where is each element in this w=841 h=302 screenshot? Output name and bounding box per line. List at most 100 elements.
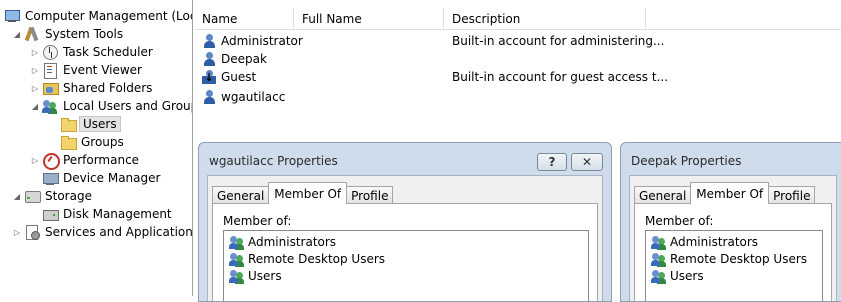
tree-item-label: Groups xyxy=(81,135,124,149)
tree-item-disk-management[interactable]: Disk Management xyxy=(40,205,174,223)
group-icon xyxy=(651,268,667,284)
tree-item-device-manager[interactable]: Device Manager xyxy=(40,169,162,187)
tree-item-groups[interactable]: Groups xyxy=(58,133,126,151)
tab-general[interactable]: General xyxy=(634,186,692,204)
dialog-body: General Member Of Profile Member of: Adm… xyxy=(207,175,603,301)
tree-item-task-scheduler[interactable]: ▷ Task Scheduler xyxy=(30,43,155,61)
close-button[interactable]: ✕ xyxy=(571,153,603,171)
storage-icon xyxy=(24,188,41,204)
tab-label: Profile xyxy=(351,188,389,203)
expanded-triangle-icon[interactable]: ◢ xyxy=(12,192,22,201)
tab-profile[interactable]: Profile xyxy=(346,186,394,204)
list-item[interactable]: wgautilacc xyxy=(200,88,285,106)
member-of-tab-page: Member of: Administrators Remote Desktop… xyxy=(212,203,598,301)
tree-item-services-and-applications[interactable]: ▷ Services and Applications xyxy=(12,223,193,241)
column-header-name[interactable]: Name xyxy=(194,8,294,30)
tree-item-label: Shared Folders xyxy=(63,81,153,95)
tree-item-computer-management[interactable]: Computer Management (Local xyxy=(2,7,193,25)
group-icon xyxy=(229,251,245,267)
group-name: Administrators xyxy=(248,234,337,249)
tree-item-label: Computer Management (Local xyxy=(25,9,193,23)
tab-member-of[interactable]: Member Of xyxy=(268,182,348,204)
shared-folder-icon xyxy=(42,80,59,96)
column-header-description[interactable]: Description xyxy=(444,8,646,30)
disk-icon xyxy=(42,206,59,222)
tree-item-shared-folders[interactable]: ▷ Shared Folders xyxy=(30,79,154,97)
tree-item-performance[interactable]: ▷ Performance xyxy=(30,151,141,170)
member-of-label: Member of: xyxy=(223,214,292,228)
folder-icon xyxy=(60,116,77,132)
list-item[interactable]: Remote Desktop Users xyxy=(227,250,385,267)
device-manager-icon xyxy=(42,170,59,186)
user-icon xyxy=(202,33,218,49)
tree-item-label: Disk Management xyxy=(63,207,172,221)
group-name: Remote Desktop Users xyxy=(670,251,808,266)
deepak-properties-dialog[interactable]: Deepak Properties General Member Of Prof… xyxy=(620,142,841,302)
expanded-triangle-icon[interactable]: ◢ xyxy=(12,30,22,39)
list-item[interactable]: Remote Desktop Users xyxy=(649,250,807,267)
event-viewer-icon xyxy=(42,62,58,79)
group-name: Administrators xyxy=(670,234,759,249)
expanded-triangle-icon[interactable]: ◢ xyxy=(30,102,40,111)
tab-label: Member Of xyxy=(274,186,342,201)
services-icon xyxy=(24,224,40,240)
dialog-title: Deepak Properties xyxy=(631,154,742,168)
close-icon: ✕ xyxy=(581,155,593,169)
console-tree[interactable]: Computer Management (Local ◢ System Tool… xyxy=(0,0,193,296)
tab-label: Member Of xyxy=(696,186,764,201)
tree-item-label: Local Users and Groups xyxy=(63,99,193,113)
tab-general[interactable]: General xyxy=(212,186,270,204)
user-name: Guest xyxy=(221,70,257,84)
member-of-label: Member of: xyxy=(645,214,714,228)
wgautilacc-properties-dialog[interactable]: wgautilacc Properties ? ✕ General Member… xyxy=(198,142,612,302)
list-item[interactable]: Administrators xyxy=(227,233,336,250)
column-header-full-name[interactable]: Full Name xyxy=(294,8,444,30)
user-description: Built-in account for guest access t... xyxy=(452,70,669,84)
group-icon xyxy=(651,251,667,267)
tab-label: General xyxy=(639,188,687,203)
computer-icon xyxy=(4,8,20,24)
list-item[interactable]: Users xyxy=(227,267,282,284)
user-icon xyxy=(202,89,218,105)
tab-label: General xyxy=(217,188,265,203)
tree-item-event-viewer[interactable]: ▷ Event Viewer xyxy=(30,61,144,79)
list-item[interactable]: Deepak xyxy=(200,50,267,68)
folder-icon xyxy=(60,134,77,150)
users-group-icon xyxy=(42,98,58,114)
tree-item-users[interactable]: Users xyxy=(58,115,121,133)
group-name: Remote Desktop Users xyxy=(248,251,386,266)
list-item[interactable]: Administrator Built-in account for admin… xyxy=(200,32,664,50)
collapsed-triangle-icon[interactable]: ▷ xyxy=(30,66,40,75)
tree-item-storage[interactable]: ◢ Storage xyxy=(12,187,94,205)
collapsed-triangle-icon[interactable]: ▷ xyxy=(30,48,40,57)
list-item[interactable]: Administrators xyxy=(649,233,758,250)
group-icon xyxy=(651,234,667,250)
list-item[interactable]: Users xyxy=(649,267,704,284)
tab-member-of[interactable]: Member Of xyxy=(690,182,770,204)
tree-item-label: Device Manager xyxy=(63,171,161,185)
member-of-list[interactable]: Administrators Remote Desktop Users User… xyxy=(645,230,823,301)
group-icon xyxy=(229,268,245,284)
clock-icon xyxy=(42,44,58,60)
user-name: Administrator xyxy=(221,34,303,48)
help-icon: ? xyxy=(548,155,556,169)
list-item[interactable]: Guest Built-in account for guest access … xyxy=(200,68,668,86)
tree-item-label: Services and Applications xyxy=(45,225,193,239)
tree-item-local-users-and-groups[interactable]: ◢ Local Users and Groups xyxy=(30,97,193,115)
tab-strip: General Member Of Profile xyxy=(634,182,816,204)
tab-profile[interactable]: Profile xyxy=(768,186,816,204)
tree-item-system-tools[interactable]: ◢ System Tools xyxy=(12,25,125,43)
tree-item-label: Task Scheduler xyxy=(63,45,153,59)
tree-item-label: Event Viewer xyxy=(63,63,142,77)
help-button[interactable]: ? xyxy=(537,153,567,171)
user-description: Built-in account for administering... xyxy=(452,34,665,48)
collapsed-triangle-icon[interactable]: ▷ xyxy=(30,156,40,165)
collapsed-triangle-icon[interactable]: ▷ xyxy=(12,228,22,237)
group-name: Users xyxy=(248,268,282,283)
disabled-user-icon xyxy=(202,69,218,85)
member-of-list[interactable]: Administrators Remote Desktop Users User… xyxy=(223,230,589,301)
collapsed-triangle-icon[interactable]: ▷ xyxy=(30,84,40,93)
user-icon xyxy=(202,51,218,67)
column-header-label: Name xyxy=(202,12,238,26)
user-name: wgautilacc xyxy=(221,90,286,104)
